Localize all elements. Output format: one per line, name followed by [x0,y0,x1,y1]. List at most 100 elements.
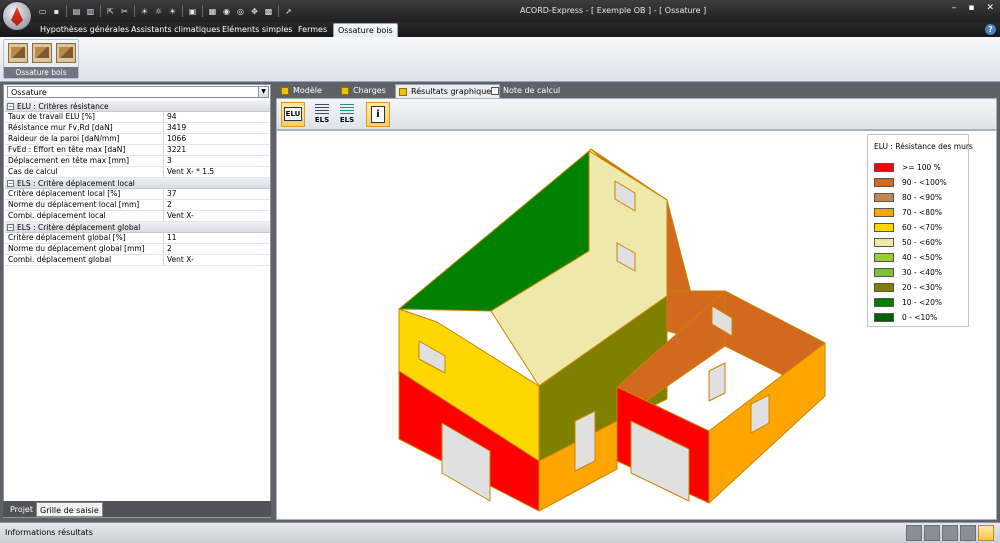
property-row[interactable]: Critère déplacement global [%] 11 [5,233,270,244]
property-row[interactable]: Combi. déplacement global Vent X- [5,255,270,266]
zoom-icon[interactable]: ◉ [220,5,233,18]
legend-panel: ELU : Résistance des murs >= 100 % 90 - <… [867,134,973,327]
collapse-icon[interactable]: − [7,223,14,231]
minimize-icon[interactable]: – [952,3,957,13]
legend-swatch [874,253,894,262]
property-row[interactable]: Norme du déplacement local [mm] 2 [5,200,270,211]
sun-icon[interactable]: ☀ [138,5,151,18]
close-icon[interactable]: ✕ [986,3,994,13]
property-label: Taux de travail ELU [%] [5,112,164,122]
property-row[interactable]: Taux de travail ELU [%] 94 [5,112,270,123]
info-icon: i [371,106,385,123]
legend-entry: 0 - <10% [874,312,937,323]
property-row[interactable]: Critère déplacement local [%] 37 [5,189,270,200]
help-icon[interactable]: ? [985,24,996,35]
tab-assistants-climatiques[interactable]: Assistants climatiques [127,23,224,37]
property-row[interactable]: Cas de calcul Vent X- * 1.5 [5,167,270,178]
tab-hypotheses-generales[interactable]: Hypothèses générales [36,23,133,37]
pointer-icon[interactable]: ➚ [282,5,295,18]
property-value[interactable]: 94 [164,112,270,122]
collapse-icon[interactable]: − [7,179,14,187]
property-value[interactable]: Vent X- * 1.5 [164,167,270,177]
wall-frame-edit-icon[interactable] [56,43,76,63]
bars-icon [340,104,354,116]
collapse-icon[interactable]: − [7,102,14,110]
property-value[interactable]: 37 [164,189,270,199]
property-value[interactable]: 2 [164,200,270,210]
info-button[interactable]: i [366,102,390,127]
section-els-deplacement-local[interactable]: − ELS : Critère déplacement local [5,178,270,189]
property-row[interactable]: Raideur de la paroi [daN/mm] 1066 [5,134,270,145]
els-global-button[interactable]: ELS [335,102,359,127]
zoom-out-icon[interactable]: ◎ [234,5,247,18]
status-view-alt-icon[interactable] [924,525,940,541]
tab-grille-de-saisie[interactable]: Grille de saisie [36,502,103,517]
status-layout-icon[interactable] [960,525,976,541]
left-panel-tabs: Projet Grille de saisie [3,501,271,517]
wall-frame-icon[interactable] [8,43,28,63]
property-row[interactable]: FvEd : Effort en tête max [daN] 3221 [5,145,270,156]
view-icon[interactable]: ▦ [206,5,219,18]
print-icon[interactable]: ▤ [70,5,83,18]
section-elu-criteres-resistance[interactable]: − ELU : Critères résistance [5,101,270,112]
property-value[interactable]: 3221 [164,145,270,155]
tab-elements-simples[interactable]: Eléments simples [218,23,296,37]
view-tab-bar: Modèle Charges Résultats graphiques Note… [275,84,997,98]
tab-resultats-graphiques[interactable]: Résultats graphiques [395,84,501,98]
title-bar: ▭ ▪ ▤ ▥ ⇱ ✂ ☀ ☼ ☀ ▣ ▦ ◉ ◎ ✥ ▩ ➚ ACORD-Ex… [0,0,1000,31]
grid-icon[interactable]: ▩ [262,5,275,18]
graphic-results-canvas[interactable]: ELU : Résistance des murs >= 100 % 90 - <… [276,130,997,520]
window-controls: – ▪ ✕ [952,3,994,13]
save-icon[interactable]: ▪ [50,5,63,18]
window-title: ACORD-Express - [ Exemple OB ] - [ Ossat… [520,6,707,15]
properties-panel: Ossature ▼ − ELU : Critères résistance Ta… [3,84,271,518]
app-logo-icon [11,7,23,26]
property-value[interactable]: 2 [164,244,270,254]
application-menu-button[interactable] [2,1,32,31]
frame-icon[interactable]: ▣ [186,5,199,18]
status-active-view-icon[interactable] [978,525,994,541]
tab-fermes[interactable]: Fermes [294,23,331,37]
chevron-down-icon[interactable]: ▼ [258,87,268,97]
property-row[interactable]: Norme du déplacement global [mm] 2 [5,244,270,255]
section-els-deplacement-global[interactable]: − ELS : Critère déplacement global [5,222,270,233]
property-value[interactable]: 3 [164,156,270,166]
property-value[interactable]: Vent X- [164,211,270,221]
tools-icon[interactable]: ✂ [118,5,131,18]
els-local-button[interactable]: ELS [310,102,334,127]
ribbon-tab-bar: Hypothèses générales Assistants climatiq… [0,22,1000,37]
property-value[interactable]: 3419 [164,123,270,133]
property-row[interactable]: Déplacement en tête max [mm] 3 [5,156,270,167]
legend-label: 10 - <20% [902,298,942,307]
maximize-icon[interactable]: ▪ [968,3,974,13]
toolbar-separator [202,5,203,17]
toolbar-separator [182,5,183,17]
tab-charges[interactable]: Charges [338,84,390,98]
property-value[interactable]: 11 [164,233,270,243]
property-row[interactable]: Combi. déplacement local Vent X- [5,211,270,222]
pan-icon[interactable]: ✥ [248,5,261,18]
tab-modele[interactable]: Modèle [278,84,326,98]
export-icon[interactable]: ⇱ [104,5,117,18]
open-icon[interactable]: ▭ [36,5,49,18]
status-grid-icon[interactable] [942,525,958,541]
pdf-icon[interactable]: ▥ [84,5,97,18]
property-label: Déplacement en tête max [mm] [5,156,164,166]
section-title: ELS : Critère déplacement global [17,222,141,232]
tab-note-de-calcul[interactable]: Note de calcul [488,84,564,98]
tab-projet[interactable]: Projet [7,502,36,517]
property-value[interactable]: 1066 [164,134,270,144]
legend-entry: >= 100 % [874,162,941,173]
property-value[interactable]: Vent X- [164,255,270,265]
wall-frame-alt-icon[interactable] [32,43,52,63]
legend-entry: 30 - <40% [874,267,942,278]
elu-button[interactable]: ELU [281,102,305,127]
status-view-icon[interactable] [906,525,922,541]
tab-ossature-bois[interactable]: Ossature bois [333,23,398,37]
sun-alt-icon[interactable]: ☼ [152,5,165,18]
tab-label: Charges [353,86,386,95]
property-row[interactable]: Résistance mur Fv,Rd [daN] 3419 [5,123,270,134]
brightness-icon[interactable]: ☀ [166,5,179,18]
checkbox-icon [281,87,289,95]
object-selector[interactable]: Ossature ▼ [7,86,269,98]
